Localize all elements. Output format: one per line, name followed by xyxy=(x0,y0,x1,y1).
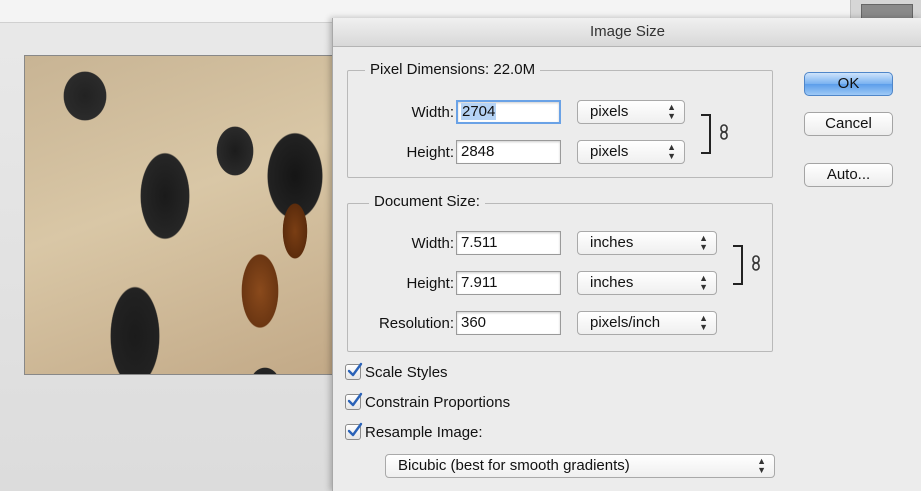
resample-image-label: Resample Image: xyxy=(365,424,483,441)
pixel-width-unit-select[interactable]: pixels ▲ ▼ xyxy=(577,100,685,124)
pixel-width-label: Width: xyxy=(411,104,454,121)
resample-image-checkbox[interactable] xyxy=(345,422,363,440)
document-constrain-bracket xyxy=(733,245,743,285)
up-down-arrows-icon: ▲ ▼ xyxy=(699,233,708,252)
link-icon xyxy=(752,255,760,271)
constrain-proportions-option[interactable]: Constrain Proportions xyxy=(345,392,511,413)
resolution-value: 360 xyxy=(461,314,487,331)
resolution-unit-select[interactable]: pixels/inch ▲ ▼ xyxy=(577,311,717,335)
document-width-unit-select[interactable]: inches ▲ ▼ xyxy=(577,231,717,255)
document-height-unit-select[interactable]: inches ▲ ▼ xyxy=(577,271,717,295)
pixel-width-value: 2704 xyxy=(461,103,497,120)
document-image-orchestra xyxy=(24,55,333,375)
document-size-legend: Document Size: xyxy=(369,193,485,210)
up-down-arrows-icon: ▲ ▼ xyxy=(699,313,708,332)
resample-method-select[interactable]: Bicubic (best for smooth gradients) ▲ ▼ xyxy=(385,454,775,478)
link-icon xyxy=(720,124,728,140)
resample-method: Bicubic (best for smooth gradients) xyxy=(398,457,630,474)
checkmark-icon xyxy=(347,392,363,407)
constrain-proportions-label: Constrain Proportions xyxy=(365,394,511,411)
document-width-input[interactable]: 7.511 xyxy=(456,231,561,255)
document-height-label: Height: xyxy=(406,275,454,292)
constrain-proportions-checkbox[interactable] xyxy=(345,392,363,410)
checkmark-icon xyxy=(347,362,363,377)
document-height-value: 7.911 xyxy=(461,274,498,291)
up-down-arrows-icon: ▲ ▼ xyxy=(667,102,676,121)
document-height-input[interactable]: 7.911 xyxy=(456,271,561,295)
ok-button[interactable]: OK xyxy=(804,72,893,96)
up-down-arrows-icon: ▲ ▼ xyxy=(667,142,676,161)
document-width-unit: inches xyxy=(590,234,634,251)
document-height-unit: inches xyxy=(590,274,634,291)
pixel-height-unit-select[interactable]: pixels ▲ ▼ xyxy=(577,140,685,164)
cancel-button[interactable]: Cancel xyxy=(804,112,893,136)
dialog-title: Image Size xyxy=(333,18,921,47)
auto-button[interactable]: Auto... xyxy=(804,163,893,187)
up-down-arrows-icon: ▲ ▼ xyxy=(757,456,766,475)
scale-styles-checkbox[interactable] xyxy=(345,362,363,380)
pixel-height-value: 2848 xyxy=(461,143,495,160)
pixel-width-input[interactable]: 2704 xyxy=(456,100,561,124)
resample-image-option[interactable]: Resample Image: xyxy=(345,422,483,443)
pixel-dimensions-legend: Pixel Dimensions: 22.0M xyxy=(365,61,541,78)
up-down-arrows-icon: ▲ ▼ xyxy=(699,273,708,292)
document-width-label: Width: xyxy=(411,235,454,252)
document-width-value: 7.511 xyxy=(461,234,498,251)
resolution-unit: pixels/inch xyxy=(590,314,661,331)
pixel-constrain-bracket xyxy=(701,114,711,154)
scale-styles-label: Scale Styles xyxy=(365,364,448,381)
image-size-dialog: Image Size Pixel Dimensions: 22.0M Width… xyxy=(332,18,921,491)
pixel-width-unit: pixels xyxy=(590,103,629,120)
pixel-height-label: Height: xyxy=(406,144,454,161)
scale-styles-option[interactable]: Scale Styles xyxy=(345,362,448,383)
pixel-height-input[interactable]: 2848 xyxy=(456,140,561,164)
checkmark-icon xyxy=(347,422,363,437)
pixel-height-unit: pixels xyxy=(590,143,629,160)
resolution-input[interactable]: 360 xyxy=(456,311,561,335)
resolution-label: Resolution: xyxy=(378,315,454,332)
